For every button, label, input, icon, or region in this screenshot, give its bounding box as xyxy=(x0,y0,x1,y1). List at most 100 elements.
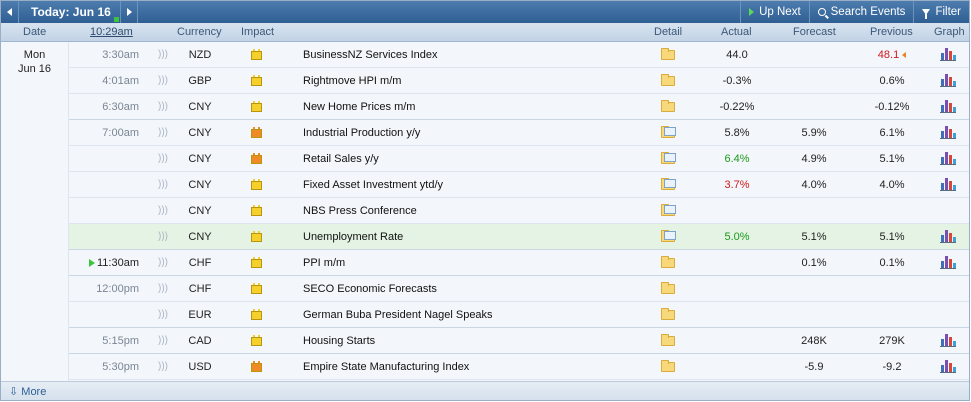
detail-button[interactable] xyxy=(661,172,677,198)
sound-icon[interactable]: ))) xyxy=(158,42,168,68)
next-day-button[interactable] xyxy=(120,1,138,23)
graph-button[interactable] xyxy=(940,146,958,172)
event-forecast xyxy=(775,198,853,224)
graph-button[interactable] xyxy=(940,224,958,250)
more-link[interactable]: ⇩ More xyxy=(9,385,46,398)
sound-icon[interactable]: ))) xyxy=(158,250,168,276)
event-row[interactable]: ))) CNY Fixed Asset Investment ytd/y 3.7% 4.… xyxy=(1,172,969,198)
sound-icon[interactable]: ))) xyxy=(158,146,168,172)
graph-button[interactable] xyxy=(940,354,958,380)
column-graph: Graph xyxy=(934,26,965,38)
impact-icon[interactable] xyxy=(251,354,263,380)
event-row[interactable]: 6:30am))) CNY New Home Prices m/m -0.22% -0.… xyxy=(1,94,969,120)
event-currency: CNY xyxy=(188,127,212,139)
impact-icon[interactable] xyxy=(251,172,263,198)
event-row[interactable]: 7:00am))) CNY Industrial Production y/y 5.8… xyxy=(1,120,969,146)
search-events-button[interactable]: Search Events xyxy=(808,1,914,23)
event-title[interactable]: Empire State Manufacturing Index xyxy=(303,354,643,380)
event-row[interactable]: ))) EUR German Buba President Nagel Speaks xyxy=(1,302,969,328)
bar-chart-icon xyxy=(940,230,956,243)
filter-icon xyxy=(922,9,931,19)
impact-icon[interactable] xyxy=(251,94,263,120)
impact-icon[interactable] xyxy=(251,146,263,172)
event-title[interactable]: Unemployment Rate xyxy=(303,224,643,250)
sound-icon[interactable]: ))) xyxy=(158,224,168,250)
event-row[interactable]: 12:00pm))) CHF SECO Economic Forecasts xyxy=(1,276,969,302)
detail-button[interactable] xyxy=(661,68,677,94)
sound-icon[interactable]: ))) xyxy=(158,172,168,198)
sound-icon[interactable]: ))) xyxy=(158,68,168,94)
column-time-current[interactable]: 10:29am xyxy=(90,26,133,38)
detail-button[interactable] xyxy=(661,354,677,380)
impact-icon[interactable] xyxy=(251,276,263,302)
detail-button[interactable] xyxy=(661,120,677,146)
bar-chart-icon xyxy=(940,152,956,165)
detail-button[interactable] xyxy=(661,250,677,276)
impact-icon[interactable] xyxy=(251,120,263,146)
impact-icon[interactable] xyxy=(251,250,263,276)
impact-icon[interactable] xyxy=(251,328,263,354)
sound-icon[interactable]: ))) xyxy=(158,94,168,120)
detail-button[interactable] xyxy=(661,328,677,354)
up-next-button[interactable]: Up Next xyxy=(740,1,809,23)
sound-icon[interactable]: ))) xyxy=(158,354,168,380)
arrow-right-icon xyxy=(126,8,132,16)
sound-icon[interactable]: ))) xyxy=(158,276,168,302)
graph-button[interactable] xyxy=(940,120,958,146)
event-title[interactable]: New Home Prices m/m xyxy=(303,94,643,120)
folder-open-icon xyxy=(661,178,676,190)
impact-icon[interactable] xyxy=(251,198,263,224)
graph-button[interactable] xyxy=(940,250,958,276)
event-row[interactable]: ))) CNY Unemployment Rate 5.0% 5.1% 5.1% xyxy=(1,224,969,250)
sound-icon[interactable]: ))) xyxy=(158,302,168,328)
graph-button[interactable] xyxy=(940,68,958,94)
event-title[interactable]: BusinessNZ Services Index xyxy=(303,42,643,68)
impact-icon[interactable] xyxy=(251,302,263,328)
event-title[interactable]: German Buba President Nagel Speaks xyxy=(303,302,643,328)
event-title[interactable]: PPI m/m xyxy=(303,250,643,276)
event-title[interactable]: Housing Starts xyxy=(303,328,643,354)
event-row[interactable]: 11:30am))) CHF PPI m/m 0.1% 0.1% xyxy=(1,250,969,276)
detail-button[interactable] xyxy=(661,94,677,120)
graph-button[interactable] xyxy=(940,94,958,120)
event-actual: 44.0 xyxy=(697,42,777,68)
filter-button[interactable]: Filter xyxy=(913,1,969,23)
event-title[interactable]: Industrial Production y/y xyxy=(303,120,643,146)
bar-chart-icon xyxy=(940,100,956,113)
sound-icon[interactable]: ))) xyxy=(158,198,168,224)
event-table: 3:30am))) NZD BusinessNZ Services Index 44.… xyxy=(1,42,969,380)
detail-button[interactable] xyxy=(661,198,677,224)
graph-button[interactable] xyxy=(940,42,958,68)
today-marker-icon xyxy=(114,17,119,22)
event-forecast xyxy=(775,42,853,68)
detail-button[interactable] xyxy=(661,146,677,172)
impact-icon[interactable] xyxy=(251,42,263,68)
event-row[interactable]: 5:15pm))) CAD Housing Starts 248K 279K xyxy=(1,328,969,354)
detail-button[interactable] xyxy=(661,276,677,302)
event-row[interactable]: 5:30pm))) USD Empire State Manufacturing I… xyxy=(1,354,969,380)
event-title[interactable]: Fixed Asset Investment ytd/y xyxy=(303,172,643,198)
event-title[interactable]: Rightmove HPI m/m xyxy=(303,68,643,94)
event-row[interactable]: 3:30am))) NZD BusinessNZ Services Index 44.… xyxy=(1,42,969,68)
detail-button[interactable] xyxy=(661,224,677,250)
previous-day-button[interactable] xyxy=(1,1,19,23)
sound-icon[interactable]: ))) xyxy=(158,120,168,146)
impact-icon[interactable] xyxy=(251,224,263,250)
event-row[interactable]: ))) CNY Retail Sales y/y 6.4% 4.9% 5.1% xyxy=(1,146,969,172)
graph-button[interactable] xyxy=(940,328,958,354)
detail-button[interactable] xyxy=(661,302,677,328)
event-time: 4:01am xyxy=(71,68,139,94)
event-row[interactable]: 4:01am))) GBP Rightmove HPI m/m -0.3% 0.6% xyxy=(1,68,969,94)
event-title[interactable]: Retail Sales y/y xyxy=(303,146,643,172)
event-title[interactable]: NBS Press Conference xyxy=(303,198,643,224)
detail-button[interactable] xyxy=(661,42,677,68)
event-time: 11:30am xyxy=(71,250,139,276)
event-row[interactable]: ))) CNY NBS Press Conference xyxy=(1,198,969,224)
today-button[interactable]: Today: Jun 16 xyxy=(19,1,120,23)
graph-button[interactable] xyxy=(940,172,958,198)
event-title[interactable]: SECO Economic Forecasts xyxy=(303,276,643,302)
event-time xyxy=(71,224,139,250)
event-previous xyxy=(853,302,931,328)
impact-icon[interactable] xyxy=(251,68,263,94)
sound-icon[interactable]: ))) xyxy=(158,328,168,354)
